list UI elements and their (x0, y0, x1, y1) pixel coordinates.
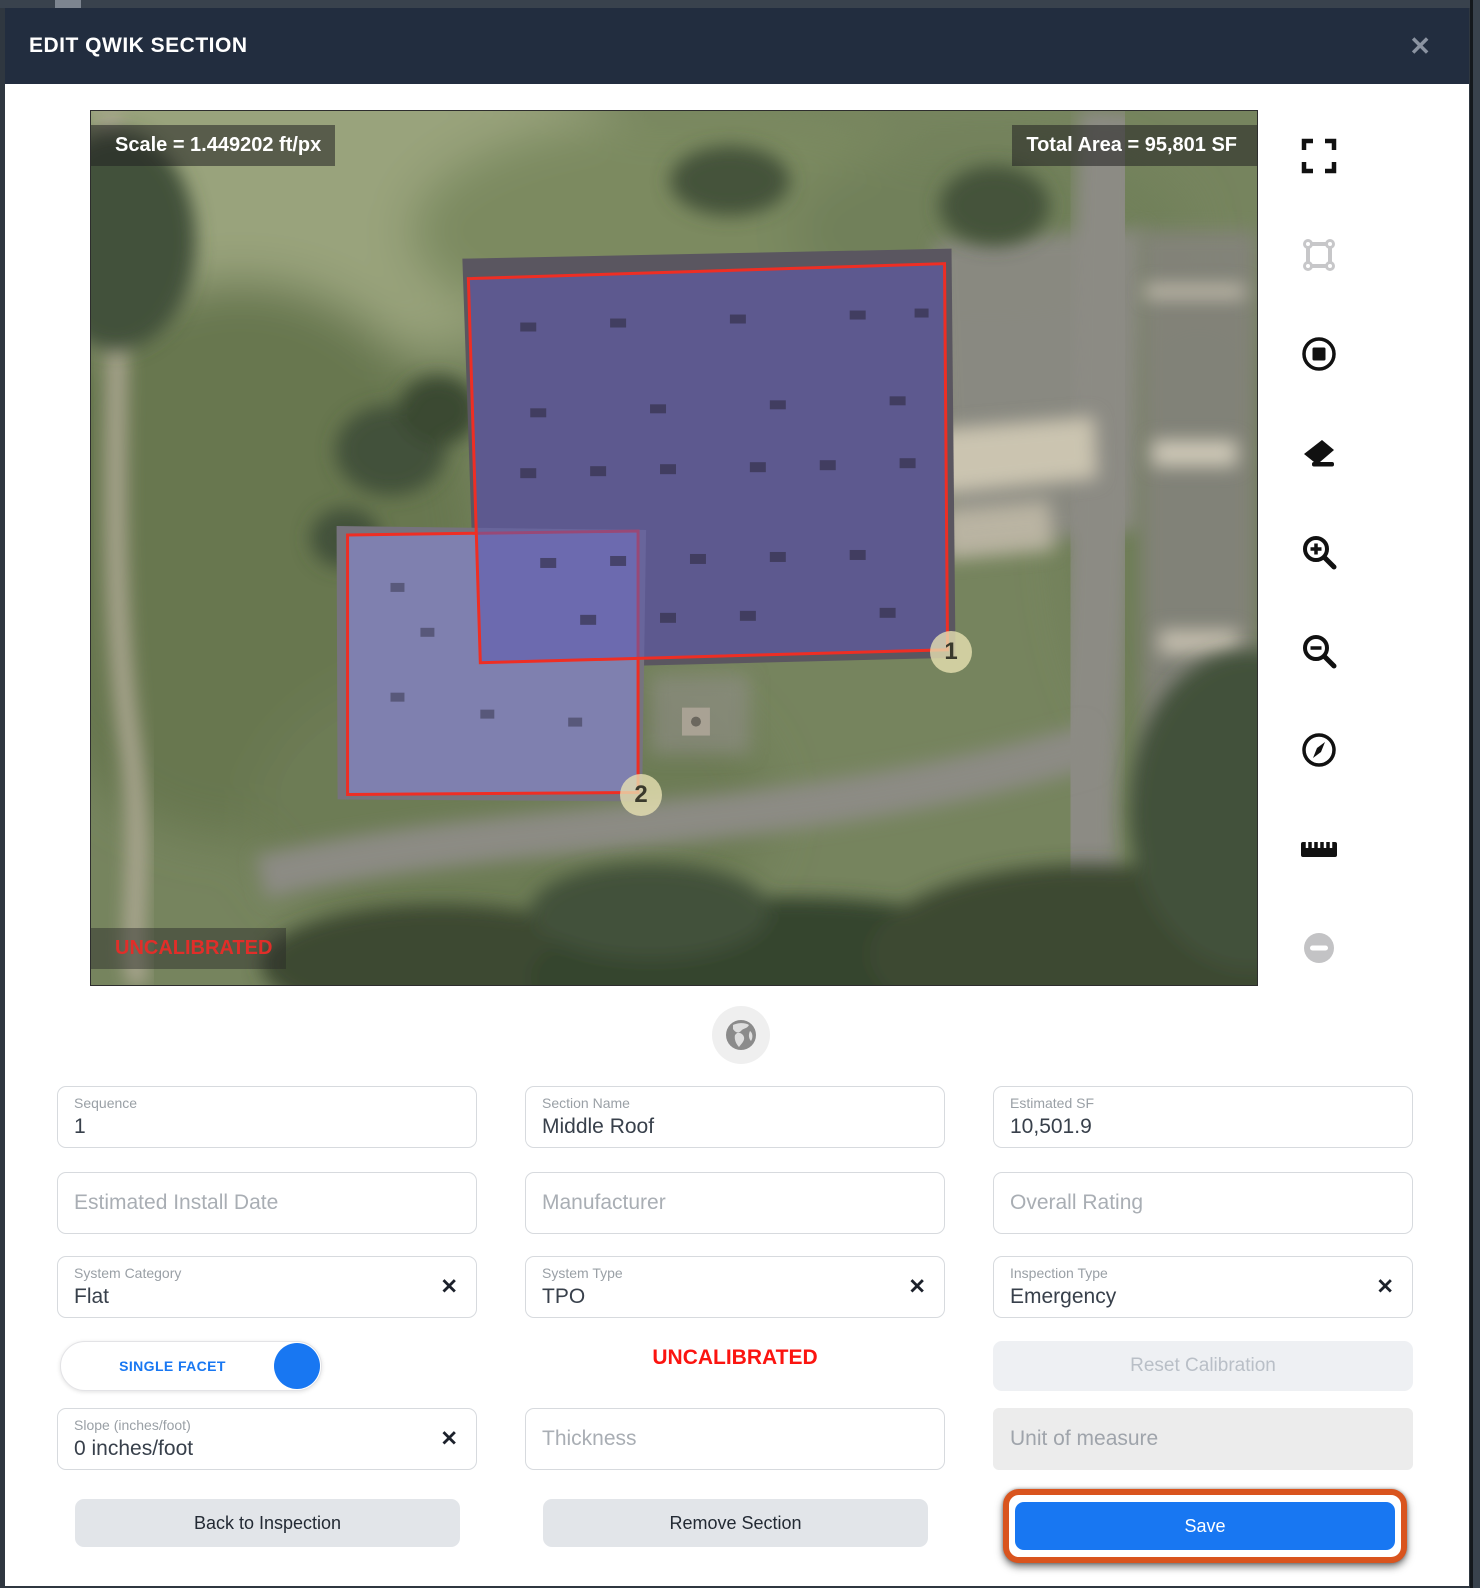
manufacturer-input[interactable] (526, 1173, 944, 1233)
unit-of-measure-field[interactable] (993, 1408, 1413, 1470)
thickness-field[interactable] (525, 1408, 945, 1470)
modal-title: EDIT QWIK SECTION (29, 34, 248, 57)
system-type-label: System Type (542, 1265, 623, 1281)
single-facet-label: SINGLE FACET (119, 1358, 226, 1374)
estimated-sf-label: Estimated SF (1010, 1095, 1095, 1111)
overall-rating-field[interactable] (993, 1172, 1413, 1234)
back-to-inspection-button[interactable]: Back to Inspection (75, 1499, 460, 1547)
inspection-type-field[interactable]: Inspection Type Emergency ✕ (993, 1256, 1413, 1318)
section-name-value: Middle Roof (542, 1115, 655, 1138)
eraser-tool-button[interactable] (1299, 433, 1339, 473)
reset-calibration-button[interactable]: Reset Calibration (993, 1341, 1413, 1391)
sequence-value: 1 (74, 1115, 86, 1138)
slope-label: Slope (inches/foot) (74, 1417, 191, 1433)
edit-qwik-section-modal: EDIT QWIK SECTION ✕ Scale = 1.449202 ft/… (5, 8, 1469, 1586)
aerial-map[interactable]: Scale = 1.449202 ft/px Total Area = 95,8… (90, 110, 1258, 986)
section-marker-1[interactable]: 1 (930, 631, 972, 673)
inspection-type-label: Inspection Type (1010, 1265, 1108, 1281)
fullscreen-icon (1301, 138, 1337, 174)
total-area-readout: Total Area = 95,801 SF (1012, 125, 1257, 166)
window-top-strip (0, 0, 1480, 8)
zoom-out-icon (1303, 635, 1337, 669)
clear-inspection-type-icon[interactable]: ✕ (1376, 1277, 1394, 1298)
compass-icon (1302, 733, 1336, 767)
section-name-field[interactable]: Section Name Middle Roof (525, 1086, 945, 1148)
clear-slope-icon[interactable]: ✕ (440, 1429, 458, 1450)
fullscreen-tool-button[interactable] (1299, 136, 1339, 176)
zoom-in-tool-button[interactable] (1299, 532, 1339, 572)
system-category-value: Flat (74, 1285, 110, 1308)
stop-draw-tool-button[interactable] (1299, 334, 1339, 374)
map-toolbar (1288, 136, 1350, 968)
ruler-icon (1301, 842, 1337, 857)
thickness-input[interactable] (526, 1409, 944, 1469)
system-type-value: TPO (542, 1285, 586, 1308)
scale-readout: Scale = 1.449202 ft/px (91, 125, 336, 166)
map-uncalibrated-badge: UNCALIBRATED (91, 928, 287, 969)
single-facet-toggle[interactable]: SINGLE FACET (60, 1341, 322, 1391)
zoom-out-tool-button[interactable] (1299, 631, 1339, 671)
estimated-install-date-input[interactable] (58, 1173, 476, 1233)
zoom-in-icon (1303, 536, 1337, 570)
stop-draw-icon (1302, 337, 1336, 371)
estimated-install-date-field[interactable] (57, 1172, 477, 1234)
aerial-map-image (91, 111, 1257, 985)
save-button[interactable]: Save (1015, 1502, 1395, 1550)
inspection-type-value: Emergency (1010, 1285, 1117, 1308)
globe-basemap-button[interactable] (712, 1006, 770, 1064)
close-icon[interactable]: ✕ (1409, 33, 1431, 59)
remove-vertex-icon (1304, 933, 1334, 963)
slope-field[interactable]: Slope (inches/foot) 0 inches/foot ✕ (57, 1408, 477, 1470)
overall-rating-input[interactable] (994, 1173, 1412, 1233)
slope-value: 0 inches/foot (74, 1437, 194, 1460)
sequence-label: Sequence (74, 1095, 138, 1111)
sequence-field[interactable]: Sequence 1 (57, 1086, 477, 1148)
system-category-label: System Category (74, 1265, 182, 1281)
eraser-icon (1304, 440, 1334, 467)
toggle-knob[interactable] (274, 1343, 320, 1389)
clear-system-category-icon[interactable]: ✕ (440, 1277, 458, 1298)
estimated-sf-value: 10,501.9 (1010, 1115, 1092, 1138)
system-type-field[interactable]: System Type TPO ✕ (525, 1256, 945, 1318)
manufacturer-field[interactable] (525, 1172, 945, 1234)
globe-icon (726, 1020, 756, 1050)
page: EDIT QWIK SECTION ✕ Scale = 1.449202 ft/… (0, 0, 1480, 1588)
ruler-tool-button[interactable] (1299, 829, 1339, 869)
polygon-vertices-icon (1303, 239, 1335, 271)
save-highlight-annotation: Save (1003, 1489, 1407, 1563)
window-right-edge (1470, 0, 1480, 1588)
unit-of-measure-input[interactable] (994, 1409, 1412, 1469)
compass-tool-button[interactable] (1299, 730, 1339, 770)
section-name-label: Section Name (542, 1095, 630, 1111)
remove-section-button[interactable]: Remove Section (543, 1499, 928, 1547)
clear-system-type-icon[interactable]: ✕ (908, 1277, 926, 1298)
system-category-field[interactable]: System Category Flat ✕ (57, 1256, 477, 1318)
polygon-vertices-tool-button[interactable] (1299, 235, 1339, 275)
form-uncalibrated-text: UNCALIBRATED (652, 1346, 818, 1369)
modal-header: EDIT QWIK SECTION ✕ (5, 8, 1469, 84)
section-marker-2[interactable]: 2 (620, 774, 662, 816)
remove-vertex-tool-button[interactable] (1299, 928, 1339, 968)
estimated-sf-field[interactable]: Estimated SF 10,501.9 (993, 1086, 1413, 1148)
